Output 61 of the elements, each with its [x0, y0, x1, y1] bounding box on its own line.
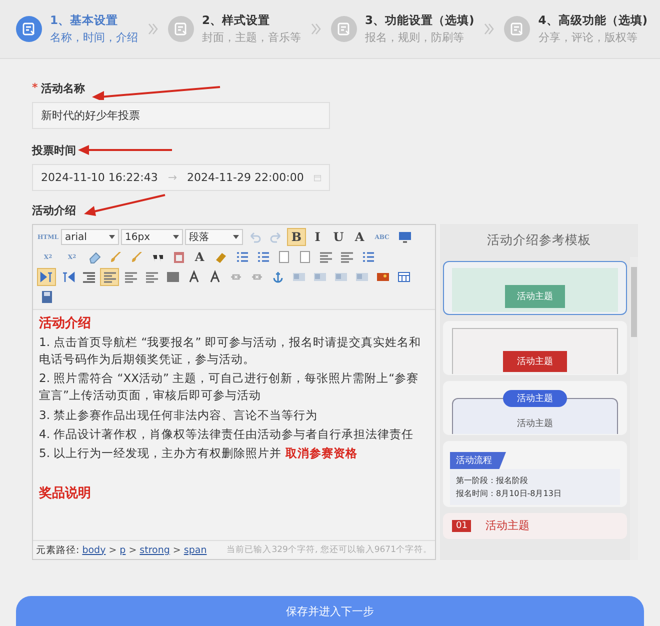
paragraph: 1. 点击首页导航栏 “我要报名” 即可参与活动，报名时请提交真实姓名和电话号码作为后期领奖凭证，参与活动。 [39, 334, 422, 368]
chevron-icon [484, 23, 494, 35]
caret-icon [173, 235, 179, 239]
dropdown[interactable]: 段落 [185, 229, 243, 245]
field-label: 活动介绍 [32, 203, 76, 218]
align-icon[interactable] [100, 268, 119, 286]
preview-text: 活动主题 [517, 418, 553, 430]
path-separator: > [108, 544, 117, 556]
path-label: 元素路径: [36, 544, 80, 556]
toolbar-button[interactable]: U [329, 228, 348, 246]
template-card[interactable]: 01 活动主题 [443, 513, 627, 539]
step-tab[interactable]: 3、功能设置（选填) 报名，规则，防刷等 [331, 13, 474, 45]
path-link[interactable]: strong [140, 544, 170, 556]
step-tab[interactable]: 1、基本设置 名称，时间，介绍 [16, 13, 138, 45]
character-count: 当前已输入329个字符, 您还可以输入9671个字符。 [226, 544, 432, 556]
calendar-icon [314, 172, 321, 182]
template-card[interactable]: 活动流程 第一阶段：报名阶段 报名时间：8月10日-8月13日 [443, 441, 627, 507]
chevron-icon [311, 23, 321, 35]
chevron-icon [148, 23, 158, 35]
path-separator: > [128, 544, 137, 556]
panel-title: 活动介绍参考模板 [486, 231, 592, 249]
template-card[interactable]: 活动主题 活动主题 [443, 381, 627, 435]
paragraph: 5. 以上行为一经发现，主办方有权删除照片并 取消参赛资格 [39, 445, 358, 462]
edit-icon [16, 16, 42, 42]
banner-text: 活动主题 [505, 285, 565, 308]
caret-icon [233, 235, 239, 239]
preview-text: 活动主题 [485, 518, 530, 533]
ltr-icon[interactable] [37, 268, 56, 286]
toolbar-button[interactable]: A [190, 248, 209, 266]
number-badge: 01 [452, 520, 472, 532]
step-tab[interactable]: 4、高级功能（选填) 分享，评论，版权等 [504, 13, 648, 45]
preview-text: 第一阶段：报名阶段 [456, 475, 529, 486]
template-card[interactable]: 活动主题 [443, 321, 627, 375]
edit-icon [168, 16, 194, 42]
section-heading: 奖品说明 [39, 485, 92, 504]
banner-text: 活动主题 [503, 351, 567, 372]
field-label: 活动名称 [40, 81, 85, 96]
paragraph: 3. 禁止参赛作品出现任何非法内容、言论不当等行为 [39, 406, 319, 424]
path-separator: > [172, 544, 181, 556]
dropdown[interactable]: arial [61, 229, 119, 245]
toolbar-button[interactable]: B [287, 228, 306, 246]
required-mark: * [32, 81, 38, 96]
paragraph: 2. 照片需符合 “XX活动” 主题，可自己进行创新，每张照片需附上“参赛宣言”上传活动页面，审核后即可参与活动 [39, 370, 420, 404]
caret-icon [109, 235, 115, 239]
name-field[interactable]: 新时代的好少年投票 [32, 102, 330, 129]
edit-icon [331, 16, 357, 42]
step-tab[interactable]: 2、样式设置 封面，主题，音乐等 [168, 13, 301, 45]
path-link[interactable]: body [82, 544, 106, 556]
path-link[interactable]: p [120, 544, 126, 556]
path-link[interactable]: span [184, 544, 207, 556]
dropdown[interactable]: 16px [121, 229, 183, 245]
paragraph: 4. 作品设计著作权，肖像权等法律责任由活动参与者自行承担法律责任 [39, 426, 415, 443]
field-label: 投票时间 [32, 143, 76, 158]
toolbar-button[interactable]: I [308, 228, 327, 246]
date-range-field[interactable]: 2024-11-10 16:22:43 → 2024-11-29 22:00:00 [32, 164, 330, 191]
edit-icon [504, 16, 530, 42]
toolbar-button[interactable]: A [350, 228, 369, 246]
banner-text: 活动流程 [450, 452, 506, 469]
preview-text: 报名时间：8月10日-8月13日 [456, 488, 562, 499]
section-heading: 活动介绍 [39, 315, 92, 333]
banner-text: 活动主题 [503, 390, 567, 407]
